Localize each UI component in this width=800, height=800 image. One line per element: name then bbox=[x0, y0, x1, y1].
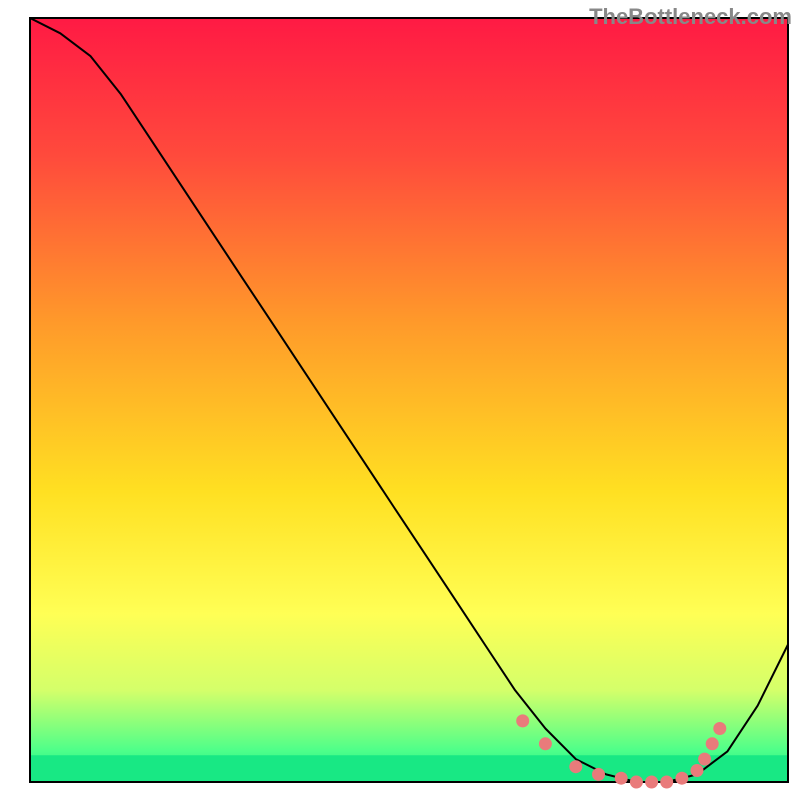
gradient-background bbox=[30, 18, 788, 782]
marker-dot bbox=[706, 737, 719, 750]
chart-svg bbox=[0, 0, 800, 800]
marker-dot bbox=[539, 737, 552, 750]
marker-dot bbox=[569, 760, 582, 773]
chart-container: TheBottleneck.com bbox=[0, 0, 800, 800]
watermark-text: TheBottleneck.com bbox=[589, 4, 792, 30]
green-band bbox=[30, 755, 788, 782]
marker-dot bbox=[713, 722, 726, 735]
marker-dot bbox=[660, 776, 673, 789]
marker-dot bbox=[698, 753, 711, 766]
marker-dot bbox=[675, 772, 688, 785]
marker-dot bbox=[630, 776, 643, 789]
marker-dot bbox=[645, 776, 658, 789]
marker-dot bbox=[615, 772, 628, 785]
marker-dot bbox=[592, 768, 605, 781]
marker-dot bbox=[691, 764, 704, 777]
marker-dot bbox=[516, 714, 529, 727]
